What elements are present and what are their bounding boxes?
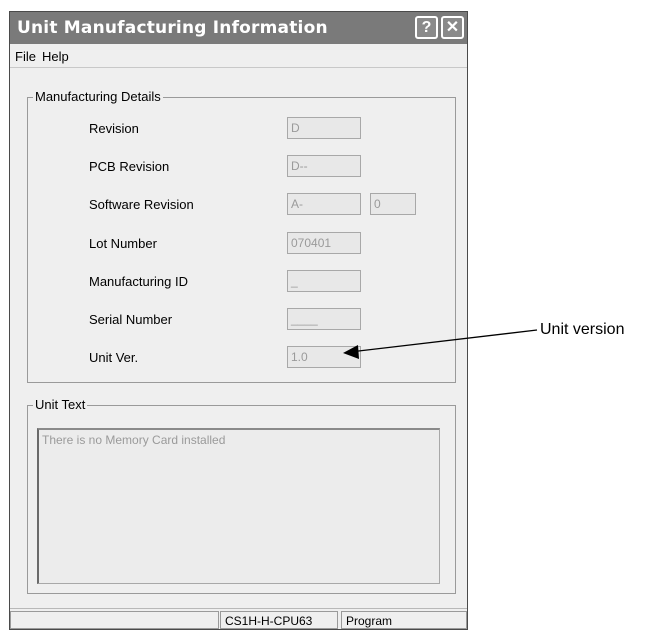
unit-version-annotation: Unit version bbox=[540, 321, 625, 338]
annotation-arrow-head bbox=[343, 345, 359, 359]
annotation-arrow-line bbox=[349, 329, 538, 353]
annotation-arrow bbox=[343, 329, 538, 359]
